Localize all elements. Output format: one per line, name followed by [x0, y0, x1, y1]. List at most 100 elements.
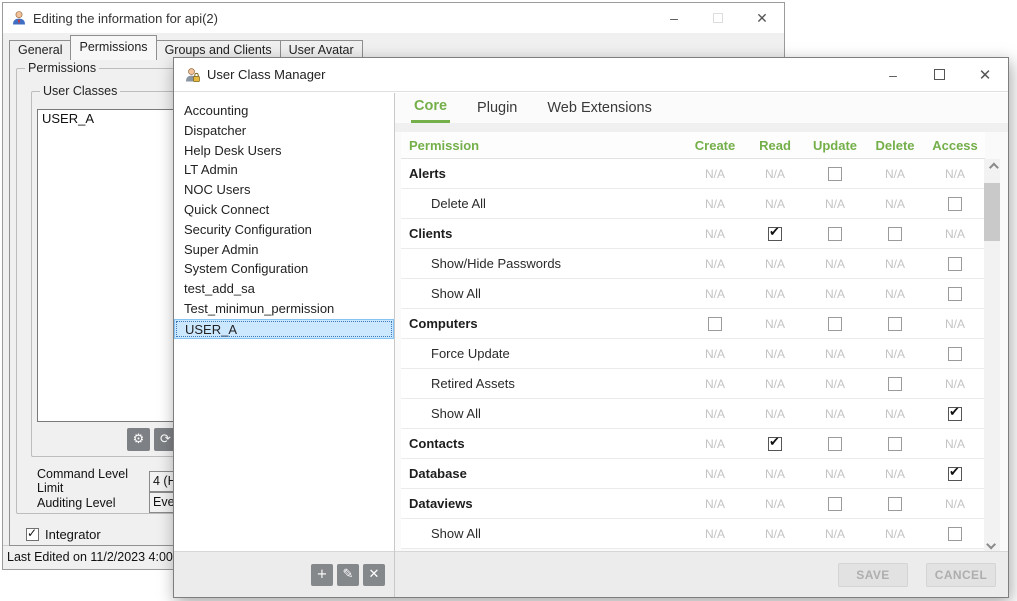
- user-class-item[interactable]: test_add_sa: [174, 279, 394, 299]
- integrator-checkbox[interactable]: [26, 528, 39, 541]
- permission-cell: N/A: [805, 287, 865, 301]
- checkbox-unchecked[interactable]: [948, 257, 962, 271]
- checkbox-checked[interactable]: [948, 467, 962, 481]
- user-class-item[interactable]: Quick Connect: [174, 200, 394, 220]
- na-label: N/A: [885, 467, 905, 481]
- checkbox-unchecked[interactable]: [948, 347, 962, 361]
- checkbox-unchecked[interactable]: [888, 317, 902, 331]
- checkbox-unchecked[interactable]: [948, 197, 962, 211]
- checkbox-unchecked[interactable]: [948, 287, 962, 301]
- permission-cell: N/A: [805, 257, 865, 271]
- close-icon[interactable]: ✕: [740, 3, 784, 33]
- user-class-item[interactable]: Help Desk Users: [174, 141, 394, 161]
- na-label: N/A: [705, 407, 725, 421]
- gear-icon[interactable]: ⚙: [127, 428, 150, 451]
- user-class-item[interactable]: Security Configuration: [174, 220, 394, 240]
- delete-icon[interactable]: ✕: [363, 564, 385, 586]
- user-class-entry[interactable]: USER_A: [38, 110, 177, 127]
- user-class-item[interactable]: USER_A: [174, 319, 394, 339]
- add-icon[interactable]: +: [311, 564, 333, 586]
- na-label: N/A: [705, 167, 725, 181]
- checkbox-unchecked[interactable]: [888, 377, 902, 391]
- table-scrollbar[interactable]: [984, 159, 1000, 552]
- auditing-level-label: Auditing Level: [37, 496, 149, 510]
- user-icon: [11, 10, 27, 26]
- permission-cell: N/A: [865, 407, 925, 421]
- column-read: Read: [745, 138, 805, 153]
- minimize-icon[interactable]: –: [652, 3, 696, 33]
- user-class-item[interactable]: NOC Users: [174, 180, 394, 200]
- user-class-item[interactable]: System Configuration: [174, 259, 394, 279]
- table-header: Permission Create Read Update Delete Acc…: [401, 132, 985, 159]
- user-classes-group-label: User Classes: [40, 84, 120, 98]
- tab-plugin[interactable]: Plugin: [474, 95, 520, 122]
- user-class-item[interactable]: Dispatcher: [174, 121, 394, 141]
- integrator-label: Integrator: [45, 527, 101, 542]
- checkbox-checked[interactable]: [768, 437, 782, 451]
- permission-name: Show All: [401, 526, 685, 541]
- user-class-item[interactable]: Accounting: [174, 101, 394, 121]
- tabbar-separator: [395, 123, 1008, 132]
- permission-cell: N/A: [925, 227, 985, 241]
- checkbox-unchecked[interactable]: [828, 227, 842, 241]
- user-class-list[interactable]: AccountingDispatcherHelp Desk UsersLT Ad…: [174, 93, 394, 551]
- na-label: N/A: [765, 407, 785, 421]
- na-label: N/A: [765, 257, 785, 271]
- checkbox-checked[interactable]: [768, 227, 782, 241]
- checkbox-unchecked[interactable]: [828, 497, 842, 511]
- user-class-item[interactable]: LT Admin: [174, 160, 394, 180]
- checkbox-unchecked[interactable]: [828, 317, 842, 331]
- tab-core[interactable]: Core: [411, 93, 450, 123]
- user-classes-toolbar: ⚙ ⟳: [127, 428, 177, 451]
- checkbox-unchecked[interactable]: [948, 527, 962, 541]
- tab-permissions[interactable]: Permissions: [70, 35, 156, 60]
- checkbox-unchecked[interactable]: [708, 317, 722, 331]
- checkbox-unchecked[interactable]: [888, 497, 902, 511]
- tab-general[interactable]: General: [9, 40, 71, 60]
- permission-cell: N/A: [745, 377, 805, 391]
- permission-name: Dataviews: [401, 496, 685, 511]
- checkbox-unchecked[interactable]: [888, 227, 902, 241]
- na-label: N/A: [825, 527, 845, 541]
- checkbox-unchecked[interactable]: [828, 437, 842, 451]
- minimize-icon[interactable]: –: [870, 58, 916, 91]
- permission-cell: N/A: [925, 437, 985, 451]
- na-label: N/A: [765, 377, 785, 391]
- permission-cell: [865, 317, 925, 331]
- save-button[interactable]: SAVE: [838, 563, 908, 587]
- permission-name: Force Update: [401, 346, 685, 361]
- manager-window: User Class Manager – ✕ AccountingDispatc…: [173, 57, 1009, 598]
- cancel-button[interactable]: CANCEL: [926, 563, 996, 587]
- scroll-down-icon[interactable]: [984, 536, 1000, 552]
- permissions-panel: Core Plugin Web Extensions Permission Cr…: [395, 93, 1008, 597]
- tab-web-extensions[interactable]: Web Extensions: [544, 95, 655, 122]
- close-icon[interactable]: ✕: [962, 58, 1008, 91]
- checkbox-unchecked[interactable]: [828, 167, 842, 181]
- permission-cell: N/A: [745, 347, 805, 361]
- scroll-up-icon[interactable]: [984, 159, 1000, 175]
- permission-cell: N/A: [865, 467, 925, 481]
- checkbox-checked[interactable]: [948, 407, 962, 421]
- desktop: Editing the information for api(2) – ✕ G…: [0, 0, 1017, 601]
- permission-row: DatabaseN/AN/AN/AN/A: [401, 459, 985, 489]
- na-label: N/A: [765, 467, 785, 481]
- edit-icon[interactable]: ✎: [337, 564, 359, 586]
- na-label: N/A: [705, 497, 725, 511]
- scrollbar-thumb[interactable]: [984, 183, 1000, 241]
- user-class-item[interactable]: Super Admin: [174, 240, 394, 260]
- na-label: N/A: [765, 497, 785, 511]
- user-classes-listbox[interactable]: USER_A: [37, 109, 178, 422]
- user-class-item[interactable]: Test_minimun_permission: [174, 299, 394, 319]
- permission-cell: N/A: [685, 497, 745, 511]
- na-label: N/A: [705, 197, 725, 211]
- na-label: N/A: [885, 527, 905, 541]
- class-list-footer: + ✎ ✕: [174, 551, 394, 597]
- permission-name: Delete All: [401, 196, 685, 211]
- permission-cell: [865, 437, 925, 451]
- checkbox-unchecked[interactable]: [888, 437, 902, 451]
- manager-window-controls: – ✕: [870, 58, 1008, 91]
- maximize-icon[interactable]: [916, 58, 962, 91]
- na-label: N/A: [945, 227, 965, 241]
- permissions-group-label: Permissions: [25, 61, 99, 75]
- permission-cell: N/A: [745, 497, 805, 511]
